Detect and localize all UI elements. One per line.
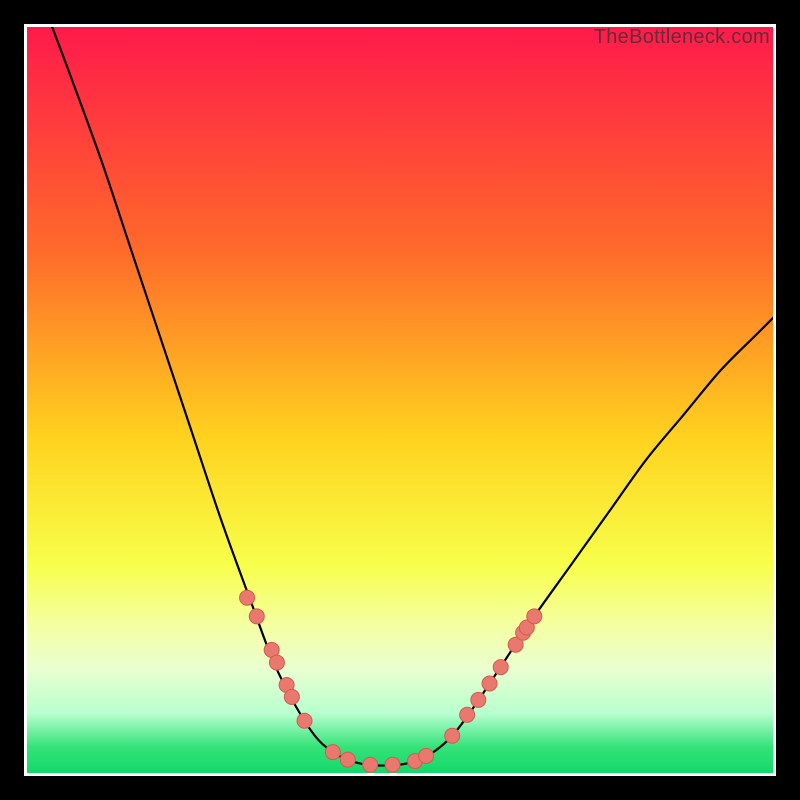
- marker-dot: [325, 745, 340, 760]
- marker-dot: [445, 728, 460, 743]
- watermark-text: TheBottleneck.com: [594, 26, 770, 49]
- marker-dot: [385, 757, 400, 772]
- plot-area: [27, 27, 773, 773]
- gradient-background: [27, 27, 773, 773]
- chart-svg: [27, 27, 773, 773]
- marker-dot: [297, 713, 312, 728]
- marker-dot: [471, 692, 486, 707]
- marker-dot: [493, 660, 508, 675]
- marker-dot: [240, 590, 255, 605]
- marker-dot: [340, 752, 355, 767]
- marker-dot: [363, 757, 378, 772]
- marker-dot: [269, 655, 284, 670]
- marker-dot: [527, 609, 542, 624]
- marker-dot: [249, 609, 264, 624]
- marker-dot: [419, 748, 434, 763]
- marker-dot: [284, 689, 299, 704]
- chart-frame: TheBottleneck.com: [24, 24, 776, 776]
- marker-dot: [460, 707, 475, 722]
- marker-dot: [482, 676, 497, 691]
